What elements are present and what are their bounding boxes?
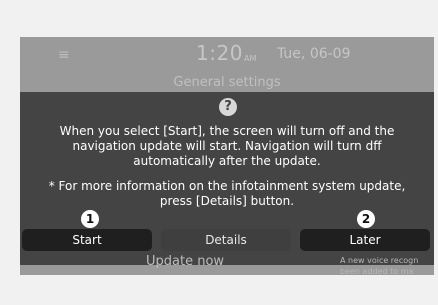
details-button[interactable]: Details (161, 229, 291, 251)
menu-icon: ≡ (58, 47, 70, 63)
message-line-3: automatically after the update. (133, 154, 321, 168)
callout-number-1: 1 (81, 210, 99, 228)
message-line-1: When you select [Start], the screen will… (59, 124, 395, 138)
page-title: General settings (173, 75, 281, 90)
clock-time: 1:20 (196, 41, 243, 65)
message-line-2: navigation update will start. Navigation… (72, 139, 382, 153)
voice-recognition-note: A new voice recogn been added to ma (340, 255, 434, 275)
update-confirm-popup: ? When you select [Start], the screen wi… (20, 92, 434, 265)
clock-date: Tue, 06-09 (277, 46, 351, 62)
clock-ampm: AM (244, 54, 257, 63)
popup-message: When you select [Start], the screen will… (30, 124, 424, 209)
question-icon: ? (219, 98, 237, 116)
update-now-item: Update now (146, 254, 225, 269)
later-button[interactable]: Later (300, 229, 430, 251)
voice-note-line-2: been added to ma (340, 267, 414, 275)
start-button[interactable]: Start (22, 229, 152, 251)
info-line-2: press [Details] button. (159, 194, 295, 208)
infotainment-screen: ≡ 1:20 AM Tue, 06-09 General settings ? … (20, 37, 434, 275)
voice-note-line-1: A new voice recogn (340, 256, 419, 265)
callout-number-2: 2 (357, 210, 375, 228)
figure-frame: ≡ 1:20 AM Tue, 06-09 General settings ? … (0, 0, 438, 305)
info-line-1: * For more information on the infotainme… (48, 179, 406, 193)
